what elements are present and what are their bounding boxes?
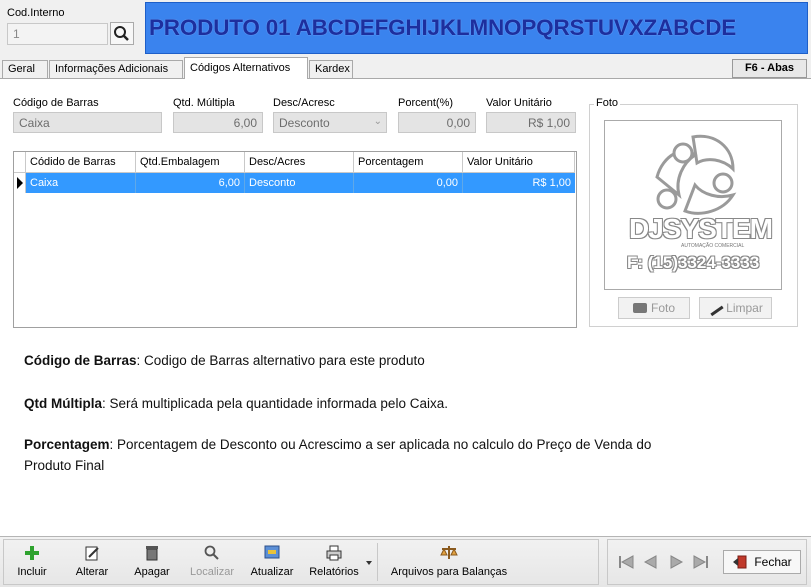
logo-name: DJSYSTEM	[629, 213, 773, 244]
help-qty-text: : Será multiplicada pela quantidade info…	[102, 396, 448, 411]
last-icon	[693, 555, 708, 569]
help-barcode-text: : Codigo de Barras alternativo para este…	[136, 353, 425, 368]
fechar-label: Fechar	[754, 555, 792, 569]
tab-informacoes-adicionais[interactable]: Informações Adicionais	[49, 60, 183, 78]
help-pct-term: Porcentagem	[24, 437, 110, 452]
apagar-button[interactable]: Apagar	[128, 542, 176, 584]
clear-button-label: Limpar	[726, 301, 763, 315]
toolbar-separator	[377, 543, 378, 581]
logo-mark-icon	[655, 134, 737, 215]
tab-kardex[interactable]: Kardex	[309, 60, 353, 78]
qty-label: Qtd. Múltipla	[173, 97, 235, 109]
localizar-button: Localizar	[185, 542, 239, 584]
search-icon	[204, 545, 219, 560]
prev-icon	[643, 555, 657, 569]
logo-subtitle: AUTOMAÇÃO COMERCIAL	[681, 243, 745, 249]
chevron-down-icon: ⌄	[373, 116, 382, 127]
help-pct-text: : Porcentagem de Desconto ou Acrescimo a…	[109, 437, 652, 452]
qty-input[interactable]: 6,00	[173, 112, 263, 133]
logo-image: DJSYSTEM AUTOMAÇÃO COMERCIAL F: (15)3324…	[604, 120, 782, 290]
eraser-icon	[706, 299, 724, 317]
photo-button-label: Foto	[650, 301, 675, 315]
cell-pct: 0,00	[354, 173, 463, 193]
help-qty: Qtd Múltipla: Será multiplicada pela qua…	[24, 393, 448, 414]
desc-select-value: Desconto	[279, 116, 330, 130]
grid-header-desc[interactable]: Desc/Acres	[245, 152, 354, 173]
plus-icon	[25, 546, 39, 560]
relatorios-label: Relatórios	[309, 566, 359, 578]
product-title: PRODUTO 01 ABCDEFGHIJKLMNOPQRSTUVXZABCDE	[149, 15, 737, 40]
relatorios-dropdown-icon[interactable]	[364, 555, 374, 569]
barcode-label: Código de Barras	[13, 97, 99, 109]
last-record-button[interactable]	[691, 552, 711, 572]
cell-unit: R$ 1,00	[532, 177, 571, 189]
atualizar-label: Atualizar	[250, 566, 294, 578]
barcode-input[interactable]: Caixa	[13, 112, 162, 133]
grid-indicator-header	[14, 152, 26, 173]
incluir-button[interactable]: Incluir	[10, 542, 54, 584]
desc-select[interactable]: Desconto ⌄	[273, 112, 387, 133]
tab-geral[interactable]: Geral	[2, 60, 48, 78]
incluir-label: Incluir	[17, 566, 47, 578]
search-button[interactable]	[110, 22, 134, 45]
scale-icon	[440, 546, 458, 559]
cell-qty: 6,00	[136, 173, 245, 193]
printer-icon	[326, 545, 342, 561]
tab-codigos-alternativos[interactable]: Códigos Alternativos	[184, 57, 308, 79]
localizar-label: Localizar	[189, 566, 235, 578]
grid-header-qty[interactable]: Qtd.Embalagem	[136, 152, 245, 173]
relatorios-button[interactable]: Relatórios	[304, 542, 364, 584]
alterar-button[interactable]: Alterar	[68, 542, 116, 584]
unit-input[interactable]: R$ 1,00	[486, 112, 576, 133]
cell-barcode: Caixa	[26, 173, 136, 193]
logo-phone: F: (15)3324-3333	[627, 253, 760, 272]
alterar-label: Alterar	[75, 566, 109, 578]
cod-interno-label: Cod.Interno	[7, 7, 65, 19]
help-qty-term: Qtd Múltipla	[24, 396, 102, 411]
help-barcode: Código de Barras: Codigo de Barras alter…	[24, 350, 425, 371]
exit-icon	[733, 555, 747, 569]
trash-icon	[146, 546, 158, 561]
help-pct-cont: Produto Final	[24, 458, 105, 473]
first-icon	[619, 555, 634, 569]
cell-desc: Desconto	[245, 173, 354, 193]
prev-record-button[interactable]	[641, 552, 661, 572]
desc-label: Desc/Acresc	[273, 97, 335, 109]
grid-header-unit[interactable]: Valor Unitário	[463, 152, 575, 173]
first-record-button[interactable]	[616, 552, 636, 572]
row-indicator-icon	[14, 173, 26, 193]
shortcut-hint: F6 - Abas	[732, 59, 807, 78]
refresh-icon	[264, 545, 280, 559]
photo-label: Foto	[594, 97, 621, 109]
fechar-button[interactable]: Fechar	[723, 550, 801, 574]
unit-label: Valor Unitário	[486, 97, 552, 109]
edit-icon	[85, 546, 99, 561]
photo-button[interactable]: Foto	[618, 297, 690, 319]
clear-photo-button[interactable]: Limpar	[699, 297, 772, 319]
help-pct: Porcentagem: Porcentagem de Desconto ou …	[24, 434, 651, 455]
grid-header-barcode[interactable]: Códido de Barras	[26, 152, 136, 173]
cod-interno-input[interactable]: 1	[7, 23, 108, 45]
apagar-label: Apagar	[134, 566, 170, 578]
balancas-label: Arquivos para Balanças	[390, 566, 508, 578]
atualizar-button[interactable]: Atualizar	[246, 542, 298, 584]
help-barcode-term: Código de Barras	[24, 353, 137, 368]
next-record-button[interactable]	[666, 552, 686, 572]
next-icon	[670, 555, 684, 569]
balancas-button[interactable]: Arquivos para Balanças	[385, 542, 513, 584]
grid-header-pct[interactable]: Porcentagem	[354, 152, 463, 173]
pct-label: Porcent(%)	[398, 97, 454, 109]
search-icon	[114, 26, 129, 41]
camera-icon	[632, 303, 647, 313]
pct-input[interactable]: 0,00	[398, 112, 476, 133]
